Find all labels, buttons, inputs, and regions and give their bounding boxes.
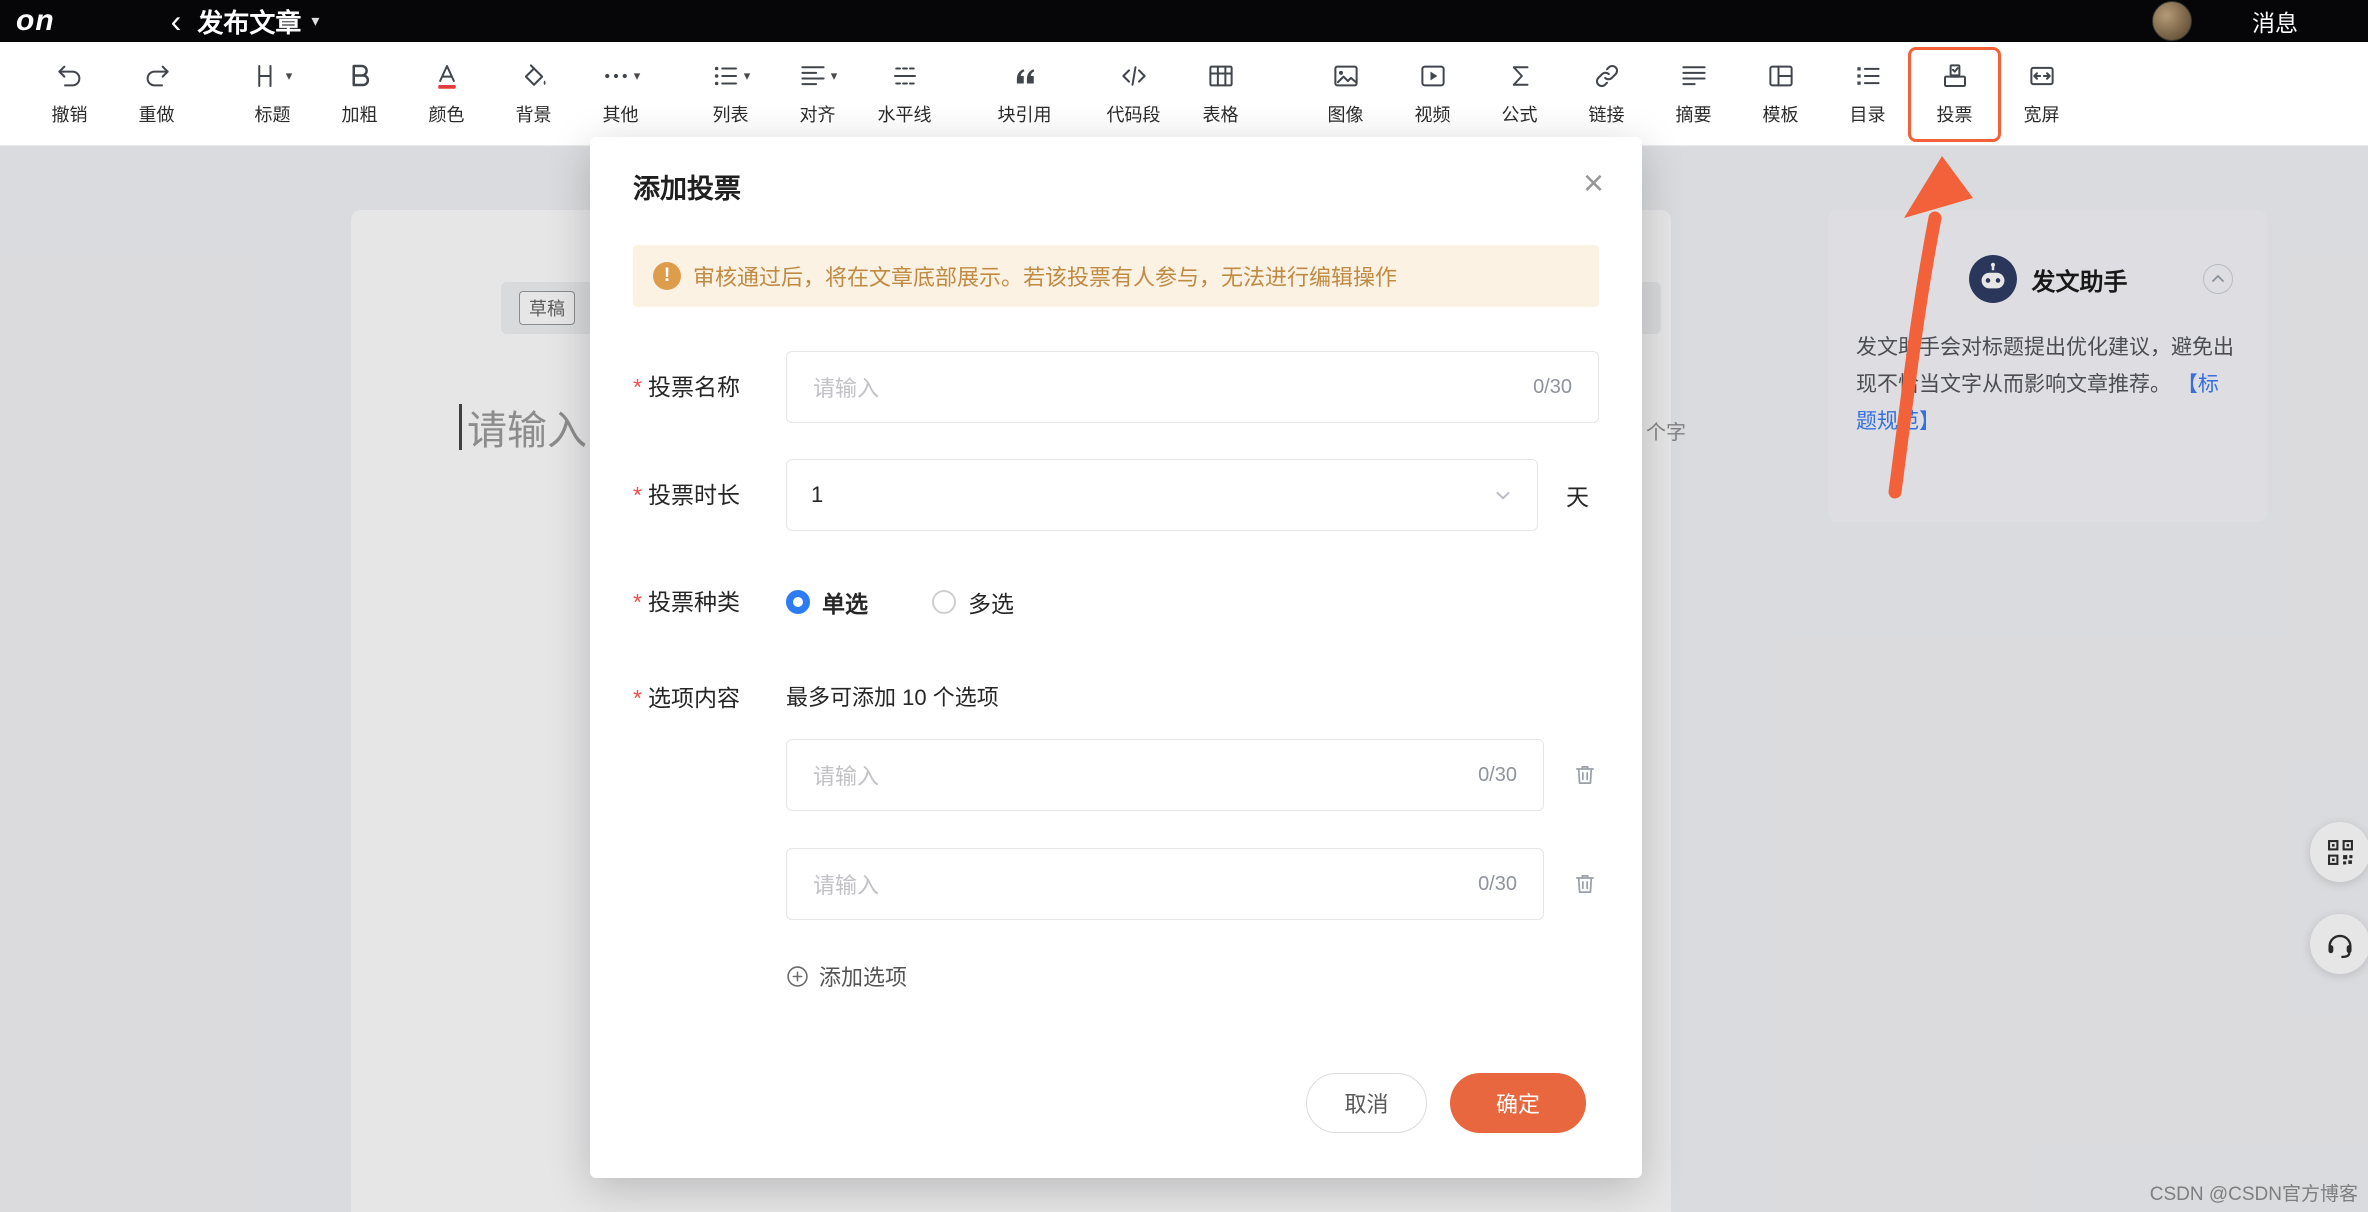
- toolbar-template-button[interactable]: 模板: [1737, 42, 1824, 146]
- vote-duration-select[interactable]: 1: [786, 459, 1538, 531]
- toc-icon: [1853, 60, 1883, 92]
- toolbar-more-button[interactable]: ▾ 其他: [577, 42, 664, 146]
- vote-options-column: 最多可添加 10 个选项 请输入 0/30 请输入 0/30 添加选项: [786, 683, 1598, 992]
- watermark-text: CSDN @CSDN官方博客: [2149, 1184, 2358, 1205]
- vote-duration-value: 1: [811, 482, 824, 507]
- toolbar-heading-button[interactable]: ▾ 标题: [229, 42, 316, 146]
- toolbar-color-button[interactable]: 颜色: [403, 42, 490, 146]
- top-bar: on ‹ 发布文章 ▾ 消息: [0, 0, 2368, 42]
- options-hint: 最多可添加 10 个选项: [786, 685, 999, 710]
- radio-multi-choice[interactable]: 多选: [932, 585, 1014, 619]
- option-row: 请输入 0/30: [786, 739, 1598, 811]
- publish-article-page: on ‹ 发布文章 ▾ 消息 撤销 重做 ▾ 标题 加粗 颜色 背景 ▾ 其他 …: [0, 0, 2368, 1212]
- background-color-icon: [519, 60, 549, 92]
- image-icon: [1331, 60, 1361, 92]
- radio-selected-icon: [786, 590, 810, 614]
- font-color-icon: [432, 60, 462, 92]
- add-option-button[interactable]: 添加选项: [786, 960, 1598, 992]
- required-marker: *: [633, 374, 642, 400]
- site-logo-fragment: on: [16, 4, 55, 37]
- toolbar-horizontal-rule-button[interactable]: 水平线: [861, 42, 948, 146]
- avatar[interactable]: [2152, 1, 2192, 41]
- heading-icon: ▾: [253, 60, 292, 92]
- vote-type-row: * 投票种类 单选 多选: [633, 587, 1599, 617]
- toolbar-formula-button[interactable]: 公式: [1476, 42, 1563, 146]
- close-icon[interactable]: ×: [1583, 165, 1604, 201]
- toolbar-align-button[interactable]: ▾ 对齐: [774, 42, 861, 146]
- confirm-button[interactable]: 确定: [1450, 1073, 1586, 1133]
- template-icon: [1766, 60, 1796, 92]
- code-icon: [1119, 60, 1149, 92]
- toolbar-image-button[interactable]: 图像: [1302, 42, 1389, 146]
- toolbar-widescreen-button[interactable]: 宽屏: [1998, 42, 2085, 146]
- cancel-button[interactable]: 取消: [1306, 1073, 1427, 1133]
- add-vote-modal: 添加投票 × ! 审核通过后，将在文章底部展示。若该投票有人参与，无法进行编辑操…: [590, 137, 1642, 1178]
- vote-type-label: * 投票种类: [633, 589, 740, 615]
- topbar-right: 消息: [2152, 1, 2368, 41]
- bold-icon: [345, 60, 375, 92]
- horizontal-rule-icon: [890, 60, 920, 92]
- toolbar-redo-button[interactable]: 重做: [113, 42, 200, 146]
- vote-options-row: * 选项内容 最多可添加 10 个选项 请输入 0/30 请输入 0/30 添加…: [633, 683, 1599, 992]
- vote-name-input[interactable]: 请输入 0/30: [786, 351, 1599, 423]
- trash-icon: [1576, 766, 1594, 784]
- toolbar-bold-button[interactable]: 加粗: [316, 42, 403, 146]
- toolbar-summary-button[interactable]: 摘要: [1650, 42, 1737, 146]
- warning-icon: !: [653, 262, 681, 290]
- vote-name-row: * 投票名称 请输入 0/30: [633, 351, 1599, 423]
- toolbar-video-button[interactable]: 视频: [1389, 42, 1476, 146]
- option-row: 请输入 0/30: [786, 848, 1598, 920]
- vote-duration-label: * 投票时长: [633, 482, 740, 508]
- widescreen-icon: [2027, 60, 2057, 92]
- align-icon: ▾: [798, 60, 837, 92]
- toolbar-undo-button[interactable]: 撤销: [26, 42, 113, 146]
- redo-icon: [142, 60, 172, 92]
- vote-type-radio-group: 单选 多选: [786, 585, 1014, 619]
- review-notice-banner: ! 审核通过后，将在文章底部展示。若该投票有人参与，无法进行编辑操作: [633, 245, 1599, 307]
- toolbar-link-button[interactable]: 链接: [1563, 42, 1650, 146]
- option-1-input[interactable]: 请输入 0/30: [786, 739, 1544, 811]
- toolbar-vote-button[interactable]: 投票: [1908, 42, 2001, 146]
- title-dropdown-caret-icon[interactable]: ▾: [311, 11, 319, 31]
- table-icon: [1206, 60, 1236, 92]
- modal-footer: 取消 确定: [1306, 1073, 1586, 1133]
- link-icon: [1592, 60, 1622, 92]
- toolbar-toc-button[interactable]: 目录: [1824, 42, 1911, 146]
- toolbar-list-button[interactable]: ▾ 列表: [687, 42, 774, 146]
- ellipsis-icon: ▾: [601, 60, 640, 92]
- vote-name-counter: 0/30: [1533, 375, 1572, 398]
- plus-circle-icon: [787, 965, 808, 987]
- undo-icon: [55, 60, 85, 92]
- page-title: 发布文章: [197, 7, 302, 38]
- vote-icon: [1940, 60, 1970, 92]
- vote-name-placeholder: 请输入: [813, 376, 880, 401]
- vote-duration-unit: 天: [1566, 484, 1589, 510]
- list-icon: ▾: [711, 60, 750, 92]
- toolbar-code-block-button[interactable]: 代码段: [1090, 42, 1177, 146]
- summary-icon: [1679, 60, 1709, 92]
- back-chevron-icon[interactable]: ‹: [171, 5, 182, 37]
- delete-option-1-button[interactable]: [1572, 762, 1598, 788]
- vote-options-label: * 选项内容: [633, 685, 740, 711]
- vote-duration-row: * 投票时长 1 天: [633, 459, 1599, 531]
- chevron-down-icon: [1496, 491, 1510, 500]
- radio-unselected-icon: [932, 590, 956, 614]
- option-2-input[interactable]: 请输入 0/30: [786, 848, 1544, 920]
- messages-link[interactable]: 消息: [2252, 4, 2298, 38]
- toolbar-blockquote-button[interactable]: 块引用: [981, 42, 1068, 146]
- delete-option-2-button[interactable]: [1572, 871, 1598, 897]
- video-icon: [1418, 60, 1448, 92]
- vote-name-label: * 投票名称: [633, 374, 740, 400]
- modal-title: 添加投票: [633, 174, 741, 204]
- trash-icon: [1576, 875, 1594, 893]
- editor-toolbar: 撤销 重做 ▾ 标题 加粗 颜色 背景 ▾ 其他 ▾ 列表 ▾ 对齐 水平线 块…: [0, 42, 2368, 146]
- notice-text: 审核通过后，将在文章底部展示。若该投票有人参与，无法进行编辑操作: [693, 265, 1398, 290]
- radio-single-choice[interactable]: 单选: [786, 585, 868, 619]
- toolbar-background-button[interactable]: 背景: [490, 42, 577, 146]
- toolbar-table-button[interactable]: 表格: [1177, 42, 1264, 146]
- formula-sigma-icon: [1505, 60, 1535, 92]
- blockquote-icon: [1010, 60, 1040, 92]
